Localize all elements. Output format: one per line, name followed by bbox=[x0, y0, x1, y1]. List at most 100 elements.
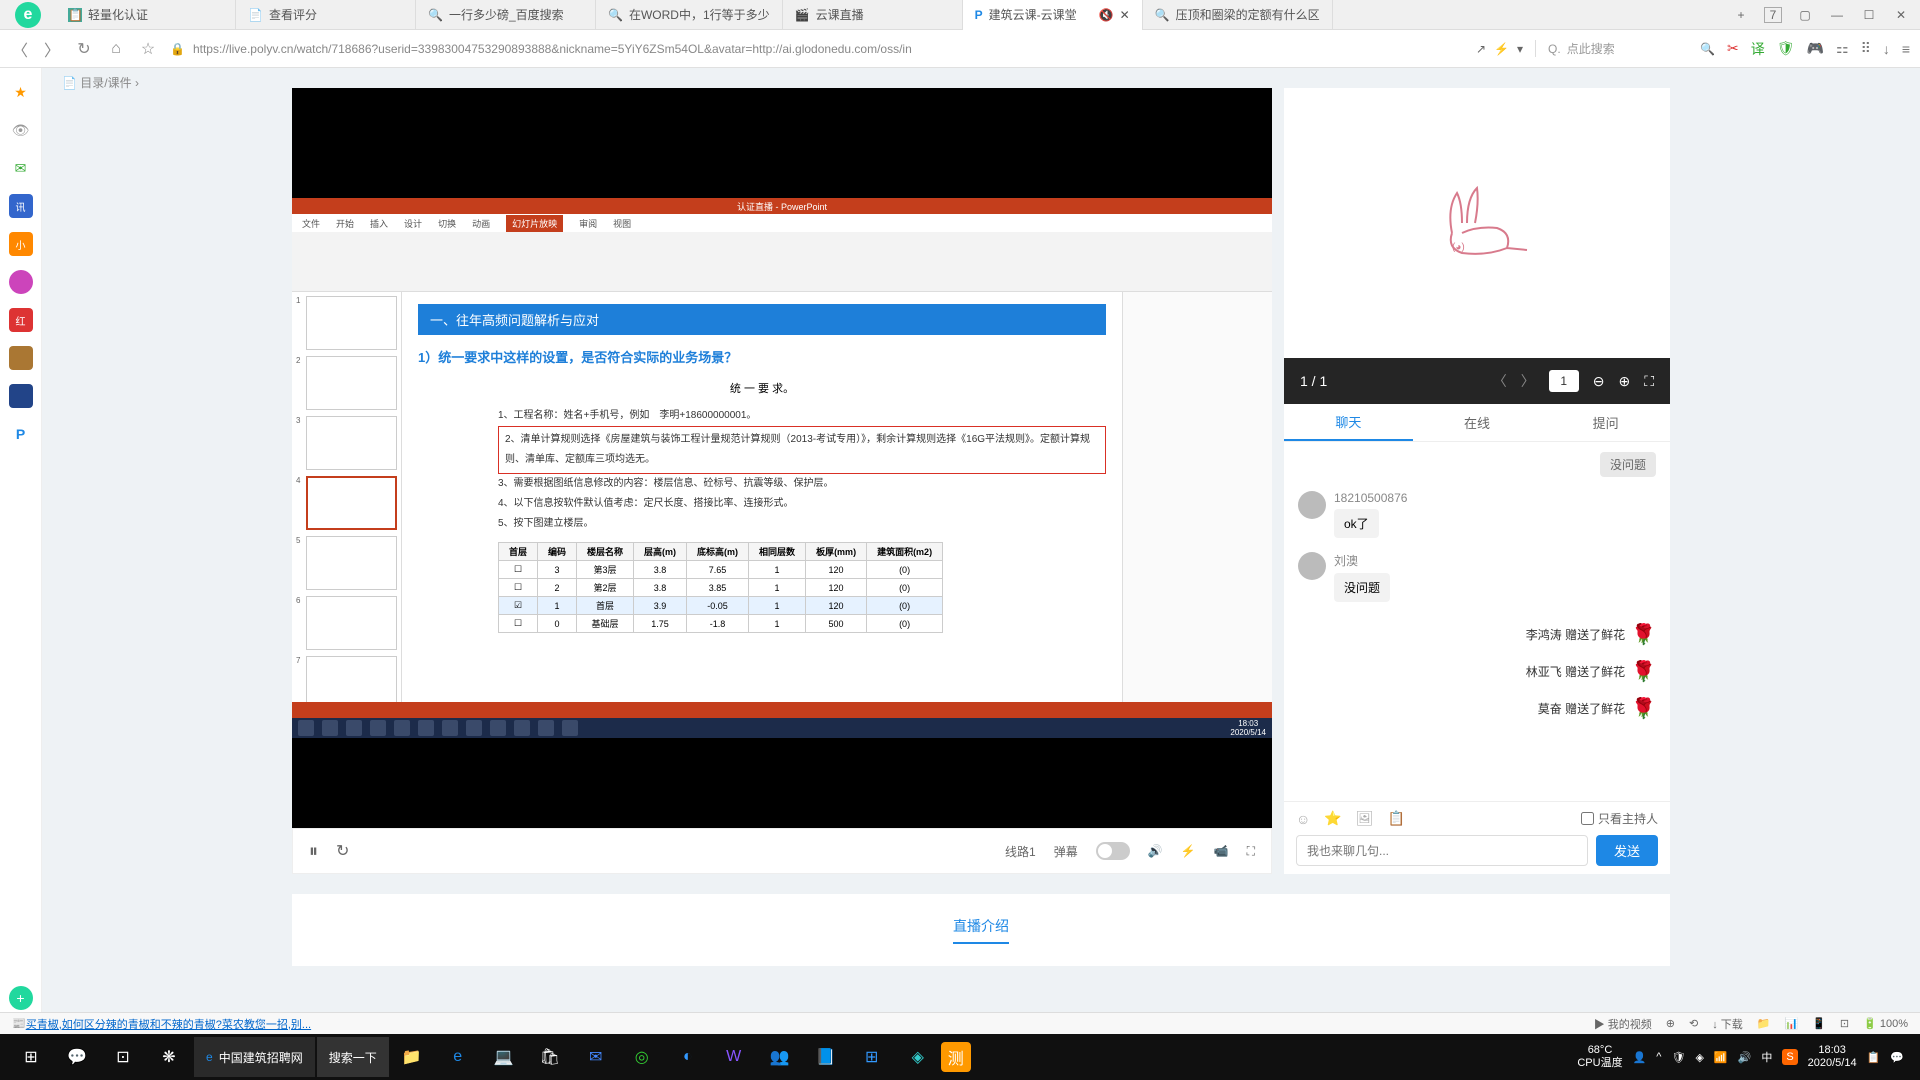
share-icon[interactable]: ↗ bbox=[1476, 42, 1486, 56]
tab-online[interactable]: 在线 bbox=[1413, 404, 1542, 441]
tab-2[interactable]: 📄查看评分 bbox=[236, 0, 416, 30]
taskbar-app1-icon[interactable]: ◐ bbox=[665, 1034, 711, 1080]
taskbar-app-icon[interactable]: ❋ bbox=[146, 1034, 192, 1080]
taskbar-app4-icon[interactable]: ⊞ bbox=[849, 1034, 895, 1080]
ext-scissors-icon[interactable]: ✂ bbox=[1727, 40, 1739, 57]
taskbar-app6-icon[interactable]: 测 bbox=[941, 1042, 971, 1072]
taskbar-store-icon[interactable]: 🛍 bbox=[527, 1034, 573, 1080]
lightning-icon[interactable]: ⚡ bbox=[1494, 42, 1509, 56]
sidebar-app3-icon[interactable] bbox=[9, 270, 33, 294]
taskbar-360-icon[interactable]: ◎ bbox=[619, 1034, 665, 1080]
sidebar-app6-icon[interactable] bbox=[9, 384, 33, 408]
close-window-button[interactable]: ✕ bbox=[1892, 8, 1910, 22]
tab-6-active[interactable]: P建筑云课-云课堂🔇✕ bbox=[963, 0, 1143, 30]
refresh-video-button[interactable]: ↻ bbox=[336, 841, 349, 861]
sidebar-app1-icon[interactable]: 讯 bbox=[9, 194, 33, 218]
tab-7[interactable]: 🔍压顶和圈梁的定额有什么区 bbox=[1143, 0, 1333, 30]
browser-logo[interactable]: e bbox=[0, 0, 56, 30]
expand-icon[interactable]: ⛶ bbox=[1644, 373, 1654, 390]
sidebar-app5-icon[interactable] bbox=[9, 346, 33, 370]
taskbar-explorer-icon[interactable]: 📁 bbox=[389, 1034, 435, 1080]
tray-network-icon[interactable]: 📶 bbox=[1714, 1051, 1728, 1064]
image-icon[interactable]: 🖼 bbox=[1356, 810, 1374, 827]
my-videos-link[interactable]: ▶ 我的视频 bbox=[1594, 1016, 1652, 1032]
host-only-checkbox[interactable]: 只看主持人 bbox=[1581, 810, 1658, 827]
cortana-icon[interactable]: 💬 bbox=[54, 1034, 100, 1080]
back-button[interactable]: 〈 bbox=[10, 39, 30, 59]
ext-download-icon[interactable]: ↓ bbox=[1883, 41, 1890, 57]
tray-volume-icon[interactable]: 🔊 bbox=[1738, 1051, 1752, 1064]
tray-shield-icon[interactable]: 🛡 bbox=[1671, 1051, 1685, 1064]
taskbar-devices-icon[interactable]: 💻 bbox=[481, 1034, 527, 1080]
tray-app-icon[interactable]: ◈ bbox=[1695, 1051, 1703, 1064]
ext-apps-icon[interactable]: ⠿ bbox=[1861, 40, 1871, 57]
next-page-icon[interactable]: 〉 bbox=[1521, 371, 1535, 391]
send-button[interactable]: 发送 bbox=[1596, 835, 1658, 866]
emoji-icon[interactable]: ☺ bbox=[1296, 811, 1310, 827]
ext-grid-icon[interactable]: ⚏ bbox=[1836, 40, 1849, 57]
zoom-in-icon[interactable]: ⊕ bbox=[1618, 373, 1630, 390]
address-bar[interactable]: 🔒 https://live.polyv.cn/watch/718686?use… bbox=[170, 42, 1523, 56]
tab-1[interactable]: 📋轻量化认证 bbox=[56, 0, 236, 30]
new-tab-button[interactable]: + bbox=[1732, 8, 1750, 22]
line-selector[interactable]: 线路1 bbox=[1005, 843, 1036, 860]
dropdown-icon[interactable]: ▾ bbox=[1517, 42, 1523, 56]
sidebar-mail-icon[interactable]: ✉ bbox=[9, 156, 33, 180]
taskview-icon[interactable]: ⊡ bbox=[100, 1034, 146, 1080]
tab-chat[interactable]: 聊天 bbox=[1284, 404, 1413, 441]
menu-icon[interactable]: ≡ bbox=[1902, 41, 1910, 57]
news-icon[interactable]: 📰 bbox=[12, 1017, 26, 1030]
gift-icon[interactable]: ⭐ bbox=[1324, 810, 1341, 827]
tray-up-icon[interactable]: ^ bbox=[1656, 1051, 1661, 1063]
forward-button[interactable]: 〉 bbox=[42, 39, 62, 59]
chat-input[interactable] bbox=[1296, 835, 1588, 866]
settings-icon[interactable]: ⚡ bbox=[1181, 844, 1196, 858]
sidebar-star-icon[interactable]: ★ bbox=[9, 80, 33, 104]
download-link[interactable]: ↓ 下载 bbox=[1712, 1016, 1743, 1032]
intro-tab[interactable]: 直播介绍 bbox=[953, 916, 1009, 944]
ext4-icon[interactable]: ⊡ bbox=[1840, 1017, 1849, 1030]
ext-shield-icon[interactable]: 🛡 bbox=[1777, 40, 1795, 57]
tray-sogou-icon[interactable]: S bbox=[1782, 1049, 1797, 1065]
video-area[interactable]: 认证直播 - PowerPoint 文件开始插入设计切换动画幻灯片放映审阅视图 … bbox=[292, 88, 1272, 828]
ext-game-icon[interactable]: 🎮 bbox=[1807, 40, 1824, 57]
page-input[interactable] bbox=[1549, 370, 1579, 392]
taskbar-app2-icon[interactable]: 👥 bbox=[757, 1034, 803, 1080]
taskbar-ie[interactable]: e中国建筑招聘网 bbox=[194, 1037, 315, 1077]
tray-people-icon[interactable]: 👤 bbox=[1633, 1051, 1647, 1064]
window-icon[interactable]: ▢ bbox=[1796, 8, 1814, 22]
ext1-icon[interactable]: 📁 bbox=[1757, 1017, 1771, 1030]
minimize-button[interactable]: — bbox=[1828, 8, 1846, 22]
danmu-toggle[interactable] bbox=[1096, 842, 1130, 860]
pause-button[interactable]: ⏸ bbox=[309, 841, 318, 862]
taskbar-edge-icon[interactable]: e bbox=[435, 1034, 481, 1080]
chat-messages[interactable]: 没问题 18210500876ok了 刘澳没问题 李鸿涛 赠送了鲜花🌹 林亚飞 … bbox=[1284, 442, 1670, 801]
cpu-temp[interactable]: 68°CCPU温度 bbox=[1577, 1044, 1622, 1070]
refresh-button[interactable]: ↻ bbox=[74, 39, 94, 59]
taskbar-app5-icon[interactable]: ◈ bbox=[895, 1034, 941, 1080]
tab-4[interactable]: 🔍在WORD中，1行等于多少 bbox=[596, 0, 783, 30]
volume-icon[interactable]: 🔊 bbox=[1148, 844, 1163, 858]
more-icon[interactable]: 📋 bbox=[1388, 810, 1405, 827]
taskbar-search[interactable]: 搜索一下 bbox=[317, 1037, 389, 1077]
favorite-button[interactable]: ☆ bbox=[138, 39, 158, 59]
zoom-out-icon[interactable]: ⊖ bbox=[1593, 373, 1605, 390]
close-tab-icon[interactable]: ✕ bbox=[1120, 8, 1130, 22]
ext2-icon[interactable]: 📊 bbox=[1784, 1017, 1798, 1030]
ext3-icon[interactable]: 📱 bbox=[1812, 1017, 1826, 1030]
search-icon[interactable]: 🔍 bbox=[1700, 42, 1715, 56]
tray-ime-icon[interactable]: 中 bbox=[1761, 1049, 1772, 1065]
tray-notes-icon[interactable]: 📋 bbox=[1867, 1051, 1881, 1064]
sidebar-app2-icon[interactable]: 小 bbox=[9, 232, 33, 256]
tab-5[interactable]: 🎬云课直播 bbox=[783, 0, 963, 30]
taskbar-app3-icon[interactable]: 📘 bbox=[803, 1034, 849, 1080]
fullscreen-icon[interactable]: ⛶ bbox=[1247, 844, 1255, 859]
tab-3[interactable]: 🔍一行多少磅_百度搜索 bbox=[416, 0, 596, 30]
start-button[interactable]: ⊞ bbox=[8, 1034, 54, 1080]
maximize-button[interactable]: ☐ bbox=[1860, 8, 1878, 22]
tab-count[interactable]: 7 bbox=[1764, 7, 1782, 23]
mute-icon[interactable]: 🔇 bbox=[1099, 8, 1114, 22]
news-link[interactable]: 买青椒,如何区分辣的青椒和不辣的青椒?菜农教您一招,别... bbox=[26, 1016, 311, 1032]
sidebar-app4-icon[interactable]: 红 bbox=[9, 308, 33, 332]
home-button[interactable]: ⌂ bbox=[106, 39, 126, 59]
